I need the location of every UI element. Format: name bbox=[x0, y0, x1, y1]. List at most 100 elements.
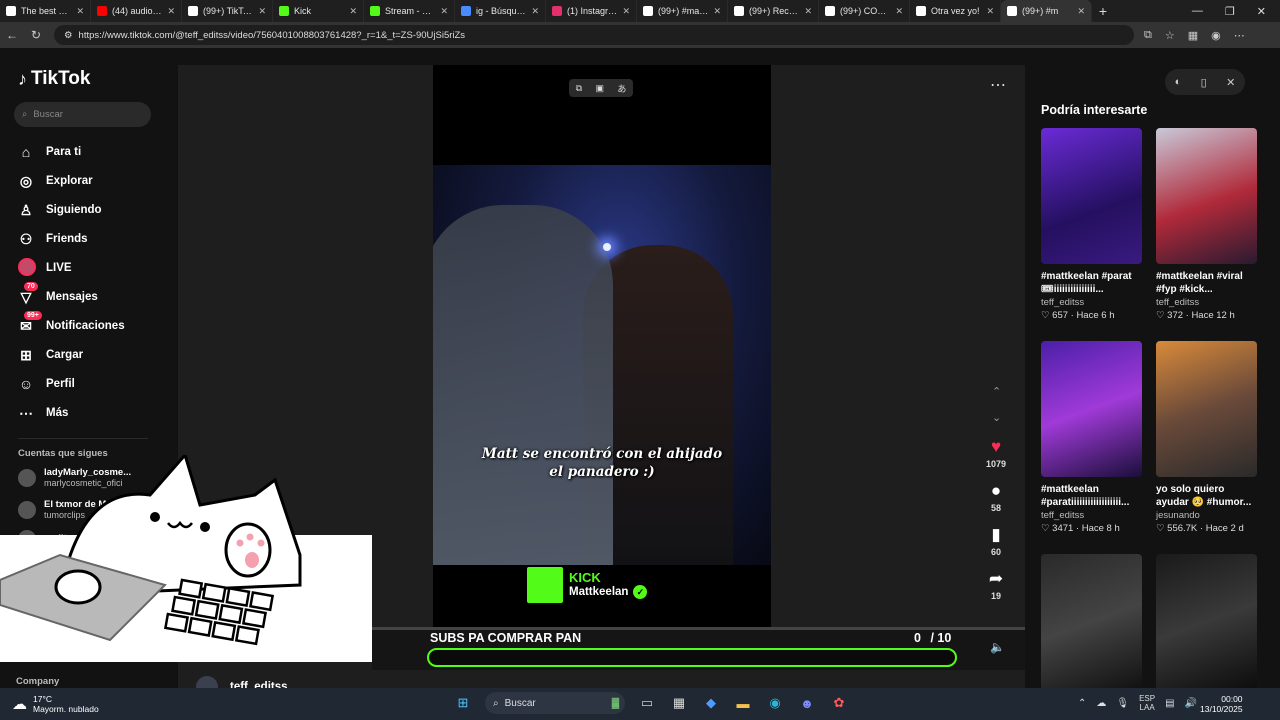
card-title[interactable]: #mattkeelan #paratiiiiiiiiiiiiiiiiii... bbox=[1041, 483, 1142, 509]
tiktok-logo[interactable]: ♪ TikTok bbox=[18, 68, 90, 90]
restore-icon[interactable]: ❐ bbox=[1225, 5, 1235, 18]
task-view-icon[interactable]: ▭ bbox=[637, 693, 657, 713]
recommended-video-card[interactable]: #mattkeelan #parat🎟iiiiiiiiiiiiiii... tef… bbox=[1041, 128, 1142, 321]
card-author[interactable]: jesunando bbox=[1156, 510, 1257, 521]
close-tab-icon[interactable]: ✕ bbox=[349, 6, 357, 17]
video-progress-track[interactable] bbox=[372, 627, 1025, 630]
close-icon[interactable]: ✕ bbox=[1226, 76, 1235, 89]
close-tab-icon[interactable]: ✕ bbox=[895, 6, 903, 17]
search-input[interactable]: ⌕ Buscar bbox=[14, 102, 151, 127]
browser-tab[interactable]: (99+) #m ✕ bbox=[1001, 0, 1092, 22]
video-thumbnail[interactable] bbox=[1156, 341, 1257, 477]
recommended-video-card[interactable] bbox=[1041, 554, 1142, 688]
address-bar[interactable]: ⚙ https://www.tiktok.com/@teff_editss/vi… bbox=[54, 25, 1134, 45]
browser-tab[interactable]: (99+) CORAZÓ ✕ bbox=[819, 0, 910, 22]
video-thumbnail[interactable] bbox=[1156, 128, 1257, 264]
nav-item-mensajes[interactable]: ▽ 70 Mensajes bbox=[18, 281, 98, 307]
collections-icon[interactable]: ▦ bbox=[1188, 29, 1198, 42]
browser-tab[interactable]: (44) audio FU ✕ bbox=[91, 0, 182, 22]
browser-tab[interactable]: (1) Instagram ✕ bbox=[546, 0, 637, 22]
close-window-icon[interactable]: ✕ bbox=[1257, 5, 1266, 18]
video-thumbnail[interactable] bbox=[1041, 341, 1142, 477]
moon-icon[interactable]: ◐ bbox=[1175, 76, 1182, 88]
comment-button[interactable]: ● 58 bbox=[981, 481, 1011, 513]
pip-icon[interactable]: ⧉ bbox=[576, 83, 582, 94]
close-tab-icon[interactable]: ✕ bbox=[713, 6, 721, 17]
browser-tab[interactable]: Otra vez yo! ✕ bbox=[910, 0, 1001, 22]
favorites-icon[interactable]: ☆ bbox=[1165, 29, 1175, 42]
site-info-icon[interactable]: ⚙ bbox=[64, 30, 73, 41]
close-tab-icon[interactable]: ✕ bbox=[1077, 6, 1085, 17]
video-player[interactable]: Matt se encontró con el ahijado el panad… bbox=[433, 65, 771, 650]
save-button[interactable]: ▮ 60 bbox=[981, 525, 1011, 557]
close-tab-icon[interactable]: ✕ bbox=[531, 6, 539, 17]
mic-icon[interactable]: 🎙 bbox=[1116, 698, 1129, 709]
nav-item-para-ti[interactable]: ⌂ Para ti bbox=[18, 142, 81, 162]
card-title[interactable]: yo solo quiero ayudar 🥺 #humor... bbox=[1156, 483, 1257, 509]
network-icon[interactable]: ▤ bbox=[1165, 698, 1174, 709]
more-options-icon[interactable]: ⋯ bbox=[990, 75, 1006, 95]
edge-icon[interactable]: ◉ bbox=[765, 693, 785, 713]
taskbar-search[interactable]: ⌕ Buscar ▓ bbox=[485, 692, 625, 714]
volume-icon[interactable]: 🔈 bbox=[990, 640, 1005, 654]
nav-item-siguiendo[interactable]: ♙ Siguiendo bbox=[18, 200, 102, 220]
browser-tab[interactable]: ig - Búsqueda ✕ bbox=[455, 0, 546, 22]
file-explorer-icon[interactable]: ▬ bbox=[733, 693, 753, 713]
close-tab-icon[interactable]: ✕ bbox=[804, 6, 812, 17]
language-indicator[interactable]: ESP LAA bbox=[1139, 694, 1155, 712]
browser-tab[interactable]: (99+) TikTok - ✕ bbox=[182, 0, 273, 22]
browser-tab[interactable]: Kick ✕ bbox=[273, 0, 364, 22]
discord-icon[interactable]: ☻ bbox=[797, 693, 817, 713]
card-title[interactable]: #mattkeelan #viral #fyp #kick... bbox=[1156, 270, 1257, 296]
back-icon[interactable]: ← bbox=[0, 28, 24, 42]
close-tab-icon[interactable]: ✕ bbox=[76, 6, 84, 17]
copilot-icon[interactable]: ◆ bbox=[701, 693, 721, 713]
nav-item-friends[interactable]: ⚇ Friends bbox=[18, 229, 88, 249]
nav-item-live[interactable]: LIVE bbox=[18, 257, 72, 278]
app-icon[interactable]: ✿ bbox=[829, 693, 849, 713]
recommended-video-card[interactable] bbox=[1156, 554, 1257, 688]
nav-item-explorar[interactable]: ◎ Explorar bbox=[18, 171, 93, 191]
close-tab-icon[interactable]: ✕ bbox=[986, 6, 994, 17]
close-tab-icon[interactable]: ✕ bbox=[258, 6, 266, 17]
minimize-icon[interactable]: — bbox=[1192, 5, 1203, 18]
card-author[interactable]: teff_editss bbox=[1156, 297, 1257, 308]
browser-tab[interactable]: (99+) Recuerd ✕ bbox=[728, 0, 819, 22]
windows-start-icon[interactable]: ⊞ bbox=[453, 693, 473, 713]
video-thumbnail[interactable] bbox=[1041, 554, 1142, 688]
new-tab-button[interactable]: + bbox=[1092, 3, 1114, 19]
browser-tab[interactable]: The best Chat ✕ bbox=[0, 0, 91, 22]
store-icon[interactable]: ▦ bbox=[669, 693, 689, 713]
browser-tab[interactable]: (99+) #mattke ✕ bbox=[637, 0, 728, 22]
nav-item-más[interactable]: ⋯ Más bbox=[18, 403, 68, 423]
browser-tab[interactable]: Stream - Kick ✕ bbox=[364, 0, 455, 22]
tray-chevron-icon[interactable]: ⌃ bbox=[1078, 698, 1086, 709]
nav-item-cargar[interactable]: ⊞ Cargar bbox=[18, 345, 83, 365]
video-thumbnail[interactable] bbox=[1156, 554, 1257, 688]
cloud-sync-icon[interactable]: ☁ bbox=[1096, 698, 1106, 709]
weather-widget[interactable]: ☁ 17°C Mayorm. nublado bbox=[12, 694, 99, 714]
reload-icon[interactable]: ↻ bbox=[24, 28, 48, 42]
profile-icon[interactable]: ◉ bbox=[1211, 29, 1221, 42]
chevron-up-icon[interactable]: ⌃ bbox=[992, 385, 1001, 398]
browser-menu-icon[interactable]: ⋯ bbox=[1234, 29, 1245, 42]
close-tab-icon[interactable]: ✕ bbox=[167, 6, 175, 17]
like-button[interactable]: ♥ 1079 bbox=[981, 437, 1011, 469]
screenshot-icon[interactable]: ▣ bbox=[595, 83, 604, 94]
card-author[interactable]: teff_editss bbox=[1041, 297, 1142, 308]
clock[interactable]: 00:00 13/10/2025 bbox=[1200, 694, 1243, 714]
recommended-video-card[interactable]: #mattkeelan #paratiiiiiiiiiiiiiiiiii... t… bbox=[1041, 341, 1142, 534]
video-thumbnail[interactable] bbox=[1041, 128, 1142, 264]
recommended-video-card[interactable]: yo solo quiero ayudar 🥺 #humor... jesunan… bbox=[1156, 341, 1257, 534]
close-tab-icon[interactable]: ✕ bbox=[440, 6, 448, 17]
tablet-icon[interactable]: ▯ bbox=[1201, 76, 1207, 89]
share-button[interactable]: ➦ 19 bbox=[981, 569, 1011, 601]
close-tab-icon[interactable]: ✕ bbox=[622, 6, 630, 17]
card-author[interactable]: teff_editss bbox=[1041, 510, 1142, 521]
speaker-icon[interactable]: 🔊 bbox=[1185, 698, 1197, 709]
card-title[interactable]: #mattkeelan #parat🎟iiiiiiiiiiiiiii... bbox=[1041, 270, 1142, 296]
nav-item-notificaciones[interactable]: ✉ 99+ Notificaciones bbox=[18, 310, 125, 336]
nav-item-perfil[interactable]: ☺ Perfil bbox=[18, 374, 75, 394]
company-link[interactable]: Company bbox=[16, 676, 59, 687]
recommended-video-card[interactable]: #mattkeelan #viral #fyp #kick... teff_edi… bbox=[1156, 128, 1257, 321]
